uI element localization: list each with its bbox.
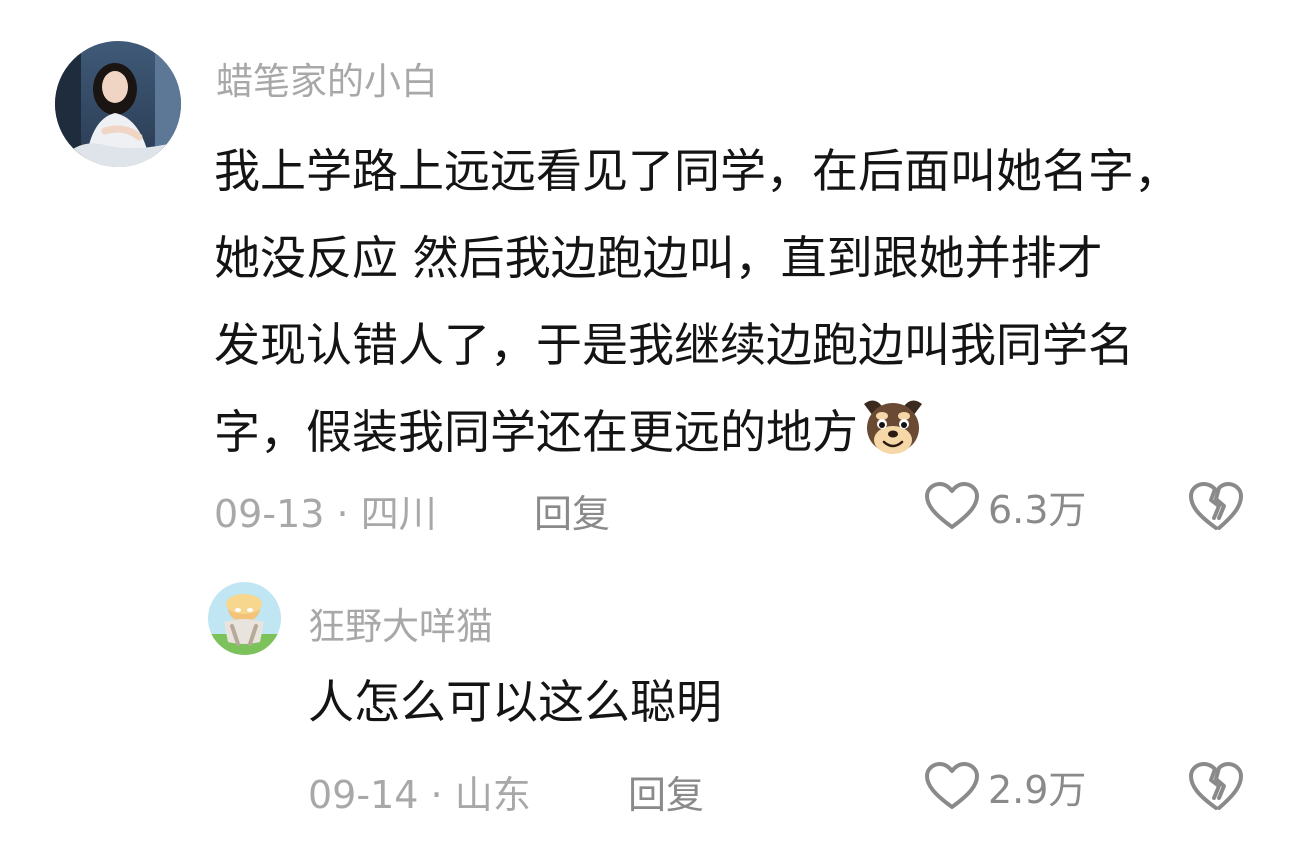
- dislike-button[interactable]: [1188, 480, 1244, 532]
- comment-date: 09-13: [214, 492, 325, 536]
- comment-text-line: 她没反应 然后我边跑边叫，直到跟她并排才: [214, 231, 1103, 285]
- like-count: 2.9万: [988, 767, 1087, 812]
- username[interactable]: 狂野大咩猫: [308, 596, 493, 650]
- avatar-cartoon: [208, 582, 281, 655]
- comment-text-line: 字，假装我同学还在更远的地方: [214, 389, 1180, 486]
- comment-meta: 09-14 · 山东: [308, 764, 531, 819]
- comment-location: 山东: [454, 773, 531, 817]
- comment-item: 蜡笔家的小白 我上学路上远远看见了同学，在后面叫她名字， 她没反应 然后我边跑边…: [0, 0, 1310, 560]
- comment-location: 四川: [360, 492, 437, 536]
- dislike-button[interactable]: [1188, 760, 1244, 812]
- heart-icon: [924, 761, 980, 811]
- reply-button[interactable]: 回复: [628, 764, 704, 819]
- meta-separator: ·: [336, 492, 349, 536]
- reply-button[interactable]: 回复: [534, 483, 610, 538]
- meta-separator: ·: [430, 773, 443, 817]
- dog-emoji-icon: [860, 396, 926, 486]
- heart-icon: [924, 481, 980, 531]
- comment-meta: 09-13 · 四川: [214, 483, 437, 538]
- avatar-photo: [55, 41, 181, 167]
- username[interactable]: 蜡笔家的小白: [216, 51, 438, 105]
- comment-text: 人怎么可以这么聪明: [308, 662, 722, 742]
- like-button[interactable]: 2.9万: [924, 758, 1086, 814]
- broken-heart-icon: [1189, 482, 1243, 530]
- comment-text: 我上学路上远远看见了同学，在后面叫她名字， 她没反应 然后我边跑边叫，直到跟她并…: [214, 128, 1180, 486]
- comment-text-line: 发现认错人了，于是我继续边跑边叫我同学名: [214, 318, 1134, 372]
- comment-date: 09-14: [308, 773, 419, 817]
- comment-text-line: 人怎么可以这么聪明: [308, 675, 722, 729]
- like-count: 6.3万: [988, 487, 1087, 532]
- like-button[interactable]: 6.3万: [924, 478, 1086, 534]
- comment-text-line: 我上学路上远远看见了同学，在后面叫她名字，: [214, 144, 1180, 198]
- broken-heart-icon: [1189, 762, 1243, 810]
- avatar[interactable]: [55, 41, 181, 167]
- avatar[interactable]: [208, 582, 281, 655]
- reply-item: 狂野大咩猫 人怎么可以这么聪明 09-14 · 山东 回复 2.9万: [0, 560, 1310, 857]
